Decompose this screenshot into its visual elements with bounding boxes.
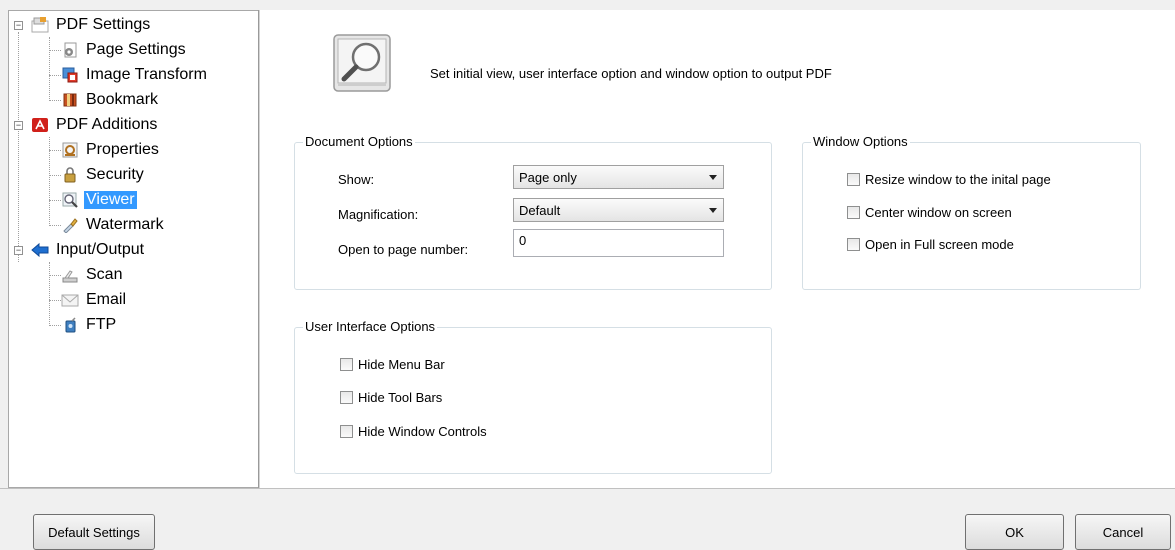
- tree-line: [49, 150, 61, 151]
- checkbox-label: Hide Tool Bars: [358, 390, 443, 405]
- default-settings-button[interactable]: Default Settings: [33, 514, 155, 550]
- tree-item-label: Watermark: [86, 216, 164, 233]
- checkbox-box[interactable]: [340, 391, 353, 404]
- tree-line: [49, 275, 61, 276]
- tree-line: [49, 175, 61, 176]
- lock-icon: [61, 166, 79, 184]
- collapse-toggle[interactable]: −: [14, 21, 23, 30]
- tree-line: [18, 32, 19, 262]
- ok-button[interactable]: OK: [965, 514, 1064, 550]
- center-window-checkbox[interactable]: Center window on screen: [847, 205, 1012, 220]
- cancel-button[interactable]: Cancel: [1075, 514, 1171, 550]
- tree-item-input-output[interactable]: Input/Output: [31, 238, 146, 262]
- tree-line: [49, 75, 61, 76]
- tree-item-label: Input/Output: [56, 241, 145, 258]
- tree-item-security[interactable]: Security: [61, 163, 146, 187]
- checkbox-box[interactable]: [340, 425, 353, 438]
- envelope-icon: [61, 291, 79, 309]
- tree-line: [49, 262, 50, 326]
- collapse-toggle[interactable]: −: [14, 246, 23, 255]
- tree-item-pdf-settings[interactable]: PDF Settings: [31, 13, 152, 37]
- tree-item-label: Properties: [86, 141, 159, 158]
- tree-item-label: Viewer: [84, 191, 137, 209]
- resize-window-checkbox[interactable]: Resize window to the inital page: [847, 172, 1051, 187]
- scanner-icon: [61, 266, 79, 284]
- page-gear-icon: [61, 41, 79, 59]
- checkbox-label: Center window on screen: [865, 205, 1012, 220]
- show-dropdown-value: Page only: [519, 169, 577, 185]
- open-page-label: Open to page number:: [338, 242, 469, 257]
- header-description: Set initial view, user interface option …: [430, 66, 832, 81]
- magnifier-icon: [61, 191, 79, 209]
- tree-line: [49, 200, 61, 201]
- watermark-brush-icon: [61, 216, 79, 234]
- properties-icon: [61, 141, 79, 159]
- tree-item-label: PDF Additions: [56, 116, 158, 133]
- chevron-down-icon: [709, 175, 717, 180]
- checkbox-box[interactable]: [847, 173, 860, 186]
- bookmark-icon: [61, 91, 79, 109]
- tree-line: [49, 100, 61, 101]
- group-title: Window Options: [811, 134, 910, 149]
- magnifier-icon: [332, 33, 392, 93]
- show-dropdown[interactable]: Page only: [513, 165, 724, 189]
- magnification-dropdown[interactable]: Default: [513, 198, 724, 222]
- tree-item-bookmark[interactable]: Bookmark: [61, 88, 160, 112]
- tree-item-label: Image Transform: [86, 66, 207, 83]
- fullscreen-checkbox[interactable]: Open in Full screen mode: [847, 237, 1014, 252]
- checkbox-label: Resize window to the inital page: [865, 172, 1051, 187]
- magnification-label: Magnification:: [338, 207, 419, 222]
- hide-window-controls-checkbox[interactable]: Hide Window Controls: [340, 424, 487, 439]
- settings-folder-icon: [31, 16, 49, 34]
- tree-item-label: Bookmark: [86, 91, 159, 108]
- tree-line: [49, 50, 61, 51]
- tree-item-label: Scan: [86, 266, 123, 283]
- image-transform-icon: [61, 66, 79, 84]
- tree-item-watermark[interactable]: Watermark: [61, 213, 166, 237]
- tree-item-label: Email: [86, 291, 127, 308]
- tree-item-label: Page Settings: [86, 41, 186, 58]
- magnification-dropdown-value: Default: [519, 202, 561, 218]
- hide-menu-bar-checkbox[interactable]: Hide Menu Bar: [340, 357, 445, 372]
- checkbox-box[interactable]: [340, 358, 353, 371]
- tree-item-image-transform[interactable]: Image Transform: [61, 63, 209, 87]
- group-title: User Interface Options: [303, 319, 438, 334]
- tree-item-label: PDF Settings: [56, 16, 151, 33]
- tree-line: [49, 325, 61, 326]
- collapse-toggle[interactable]: −: [14, 121, 23, 130]
- checkbox-label: Hide Menu Bar: [358, 357, 445, 372]
- checkbox-label: Open in Full screen mode: [865, 237, 1014, 252]
- checkbox-box[interactable]: [847, 206, 860, 219]
- settings-tree[interactable]: − PDF Settings Page Settings Image Trans…: [8, 10, 258, 488]
- checkbox-box[interactable]: [847, 238, 860, 251]
- tree-item-viewer[interactable]: Viewer: [61, 188, 137, 212]
- tree-item-properties[interactable]: Properties: [61, 138, 161, 162]
- tree-item-email[interactable]: Email: [61, 288, 128, 312]
- chevron-down-icon: [709, 208, 717, 213]
- tree-item-pdf-additions[interactable]: PDF Additions: [31, 113, 159, 137]
- tree-item-page-settings[interactable]: Page Settings: [61, 38, 188, 62]
- tree-item-label: FTP: [86, 316, 117, 333]
- open-page-input[interactable]: 0: [513, 229, 724, 257]
- tree-line: [49, 37, 50, 101]
- tree-line: [49, 300, 61, 301]
- checkbox-label: Hide Window Controls: [358, 424, 487, 439]
- tree-item-scan[interactable]: Scan: [61, 263, 124, 287]
- hide-tool-bars-checkbox[interactable]: Hide Tool Bars: [340, 390, 442, 405]
- group-title: Document Options: [303, 134, 415, 149]
- show-label: Show:: [338, 172, 375, 187]
- pdf-icon: [31, 116, 49, 134]
- tree-item-ftp[interactable]: FTP: [61, 313, 118, 337]
- tree-item-label: Security: [86, 166, 144, 183]
- arrow-left-icon: [31, 241, 49, 259]
- tree-line: [49, 225, 61, 226]
- ftp-icon: [61, 316, 79, 334]
